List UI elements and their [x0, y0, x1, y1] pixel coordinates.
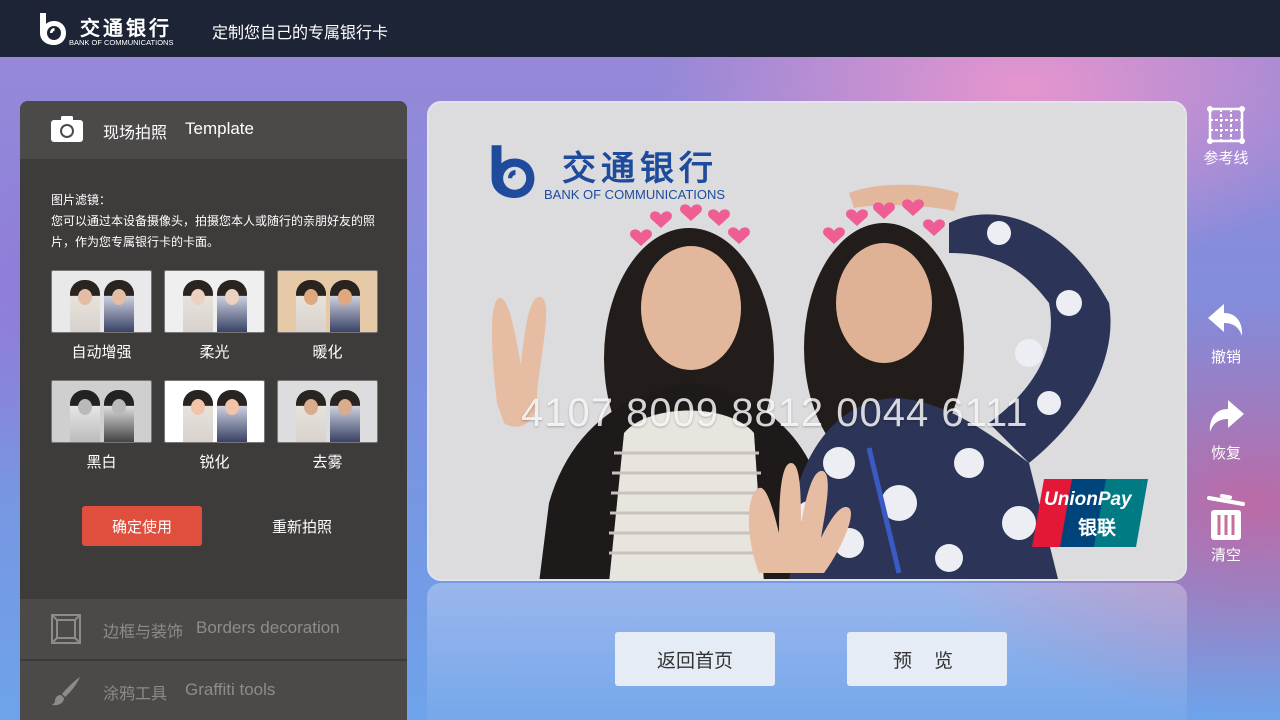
redo-label: 恢复: [1210, 444, 1241, 462]
page-title: 定制您自己的专属银行卡: [212, 23, 389, 42]
preview-button[interactable]: 预 览: [847, 632, 1007, 686]
filter-description: 您可以通过本设备摄像头，拍摄您本人或随行的亲朋好友的照片，作为您专属银行卡的卡面…: [51, 214, 376, 249]
guides-tool[interactable]: 参考线: [1191, 105, 1261, 168]
graffiti-label-en: Graffiti tools: [185, 680, 276, 699]
filter-label: 锐化: [199, 453, 230, 471]
trash-icon: [1207, 494, 1245, 540]
camera-icon: [51, 116, 83, 142]
thumbnail-background: [52, 271, 151, 332]
bank-logo-icon: [40, 13, 66, 45]
unionpay-logo: UnionPay 银联: [1032, 475, 1148, 549]
filter-thumbnail: [51, 380, 152, 443]
thumbnail-background: [165, 381, 264, 442]
undo-icon: [1208, 304, 1243, 336]
thumbnail-face: [191, 399, 205, 415]
thumbnail-person: [217, 390, 247, 442]
filter-label: 自动增强: [71, 343, 132, 361]
edit-panel: 现场拍照 Template 图片滤镜： 您可以通过本设备摄像头，拍摄您本人或随行…: [20, 101, 407, 720]
redo-icon: [1209, 400, 1244, 432]
filter-thumbnail: [277, 380, 378, 443]
filter-option[interactable]: 黑白: [51, 380, 152, 472]
home-button[interactable]: 返回首页: [615, 632, 775, 686]
thumbnail-face: [304, 289, 318, 305]
logo-text-en: BANK OF COMMUNICATIONS: [69, 38, 174, 47]
unionpay-text-en: UnionPay: [1044, 489, 1132, 510]
photo-section-label-en: Template: [185, 119, 254, 138]
filter-thumbnail: [277, 270, 378, 333]
filter-option[interactable]: 柔光: [164, 270, 265, 362]
thumbnail-person: [183, 280, 213, 332]
thumbnail-person: [104, 390, 134, 442]
thumbnail-background: [278, 271, 377, 332]
grid-icon: [1207, 106, 1245, 144]
thumbnail-person: [70, 280, 100, 332]
thumbnail-face: [338, 399, 352, 415]
logo-text-cn: 交通银行: [80, 16, 172, 40]
filter-option[interactable]: 去雾: [277, 380, 378, 472]
filter-thumbnail: [164, 380, 265, 443]
thumbnail-face: [78, 399, 92, 415]
card-bank-logo-icon: [491, 145, 535, 198]
undo-label: 撤销: [1210, 348, 1241, 366]
photo-section-label-cn: 现场拍照: [103, 123, 168, 142]
filter-option[interactable]: 锐化: [164, 380, 265, 472]
thumbnail-person: [330, 280, 360, 332]
filter-label: 暖化: [312, 343, 343, 361]
retake-button[interactable]: 重新拍照: [250, 506, 354, 546]
thumbnail-background: [52, 381, 151, 442]
confirm-button[interactable]: 确定使用: [82, 506, 202, 546]
thumbnail-background: [278, 381, 377, 442]
thumbnail-background: [165, 271, 264, 332]
bank-logo: 交通银行 BANK OF COMMUNICATIONS: [36, 11, 186, 47]
card-reflection: [427, 583, 1187, 720]
thumbnail-face: [225, 399, 239, 415]
frame-icon: [51, 614, 81, 644]
filter-thumbnail: [164, 270, 265, 333]
filter-option[interactable]: 自动增强: [51, 270, 152, 362]
thumbnail-face: [338, 289, 352, 305]
redo-tool[interactable]: 恢复: [1191, 398, 1261, 463]
thumbnail-person: [70, 390, 100, 442]
thumbnail-face: [78, 289, 92, 305]
thumbnail-face: [112, 289, 126, 305]
photo-section-header[interactable]: 现场拍照 Template: [20, 101, 407, 159]
clear-tool[interactable]: 清空: [1191, 490, 1261, 565]
card-bank-name-cn: 交通银行: [562, 149, 718, 189]
filter-label: 黑白: [86, 453, 117, 471]
card-bank-name-en: BANK OF COMMUNICATIONS: [544, 187, 726, 202]
filter-label: 去雾: [312, 453, 343, 471]
thumbnail-person: [296, 280, 326, 332]
card-preview[interactable]: 交通银行 BANK OF COMMUNICATIONS 4107 8009 88…: [427, 101, 1187, 581]
card-number: 4107 8009 8812 0044 6111: [521, 391, 1029, 435]
thumbnail-person: [104, 280, 134, 332]
thumbnail-face: [191, 289, 205, 305]
thumbnail-face: [225, 289, 239, 305]
filter-label: 柔光: [199, 343, 230, 361]
borders-section[interactable]: 边框与装饰 Borders decoration: [20, 599, 407, 659]
undo-tool[interactable]: 撤销: [1191, 302, 1261, 367]
top-bar: 交通银行 BANK OF COMMUNICATIONS 定制您自己的专属银行卡: [0, 0, 1280, 57]
filter-option[interactable]: 暖化: [277, 270, 378, 362]
thumbnail-person: [217, 280, 247, 332]
filter-title: 图片滤镜：: [51, 193, 112, 207]
unionpay-text-cn: 银联: [1078, 517, 1117, 539]
clear-label: 清空: [1210, 546, 1241, 564]
filter-thumbnail: [51, 270, 152, 333]
borders-label-cn: 边框与装饰: [103, 622, 184, 641]
graffiti-section[interactable]: 涂鸦工具 Graffiti tools: [20, 660, 407, 720]
brush-icon: [52, 677, 80, 706]
thumbnail-person: [296, 390, 326, 442]
thumbnail-face: [304, 399, 318, 415]
borders-label-en: Borders decoration: [196, 618, 340, 637]
thumbnail-person: [183, 390, 213, 442]
thumbnail-person: [330, 390, 360, 442]
guides-label: 参考线: [1203, 149, 1249, 167]
graffiti-label-cn: 涂鸦工具: [103, 684, 168, 703]
thumbnail-face: [112, 399, 126, 415]
